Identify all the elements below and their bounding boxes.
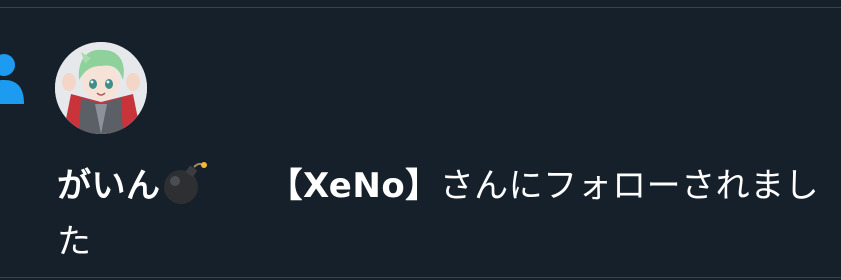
- bottom-divider: [0, 277, 841, 278]
- user-avatar[interactable]: [55, 42, 147, 134]
- user-name[interactable]: がいん: [57, 166, 161, 206]
- notification-message: がいん 【XeNo】さんにフォローされました: [57, 158, 837, 270]
- account-name[interactable]: 【XeNo】: [269, 166, 440, 206]
- bomb-icon: [161, 161, 209, 205]
- follow-notification[interactable]: がいん 【XeNo】さんにフォローされました: [0, 8, 841, 277]
- person-icon: [0, 52, 24, 108]
- anime-character-avatar-image: [55, 42, 147, 134]
